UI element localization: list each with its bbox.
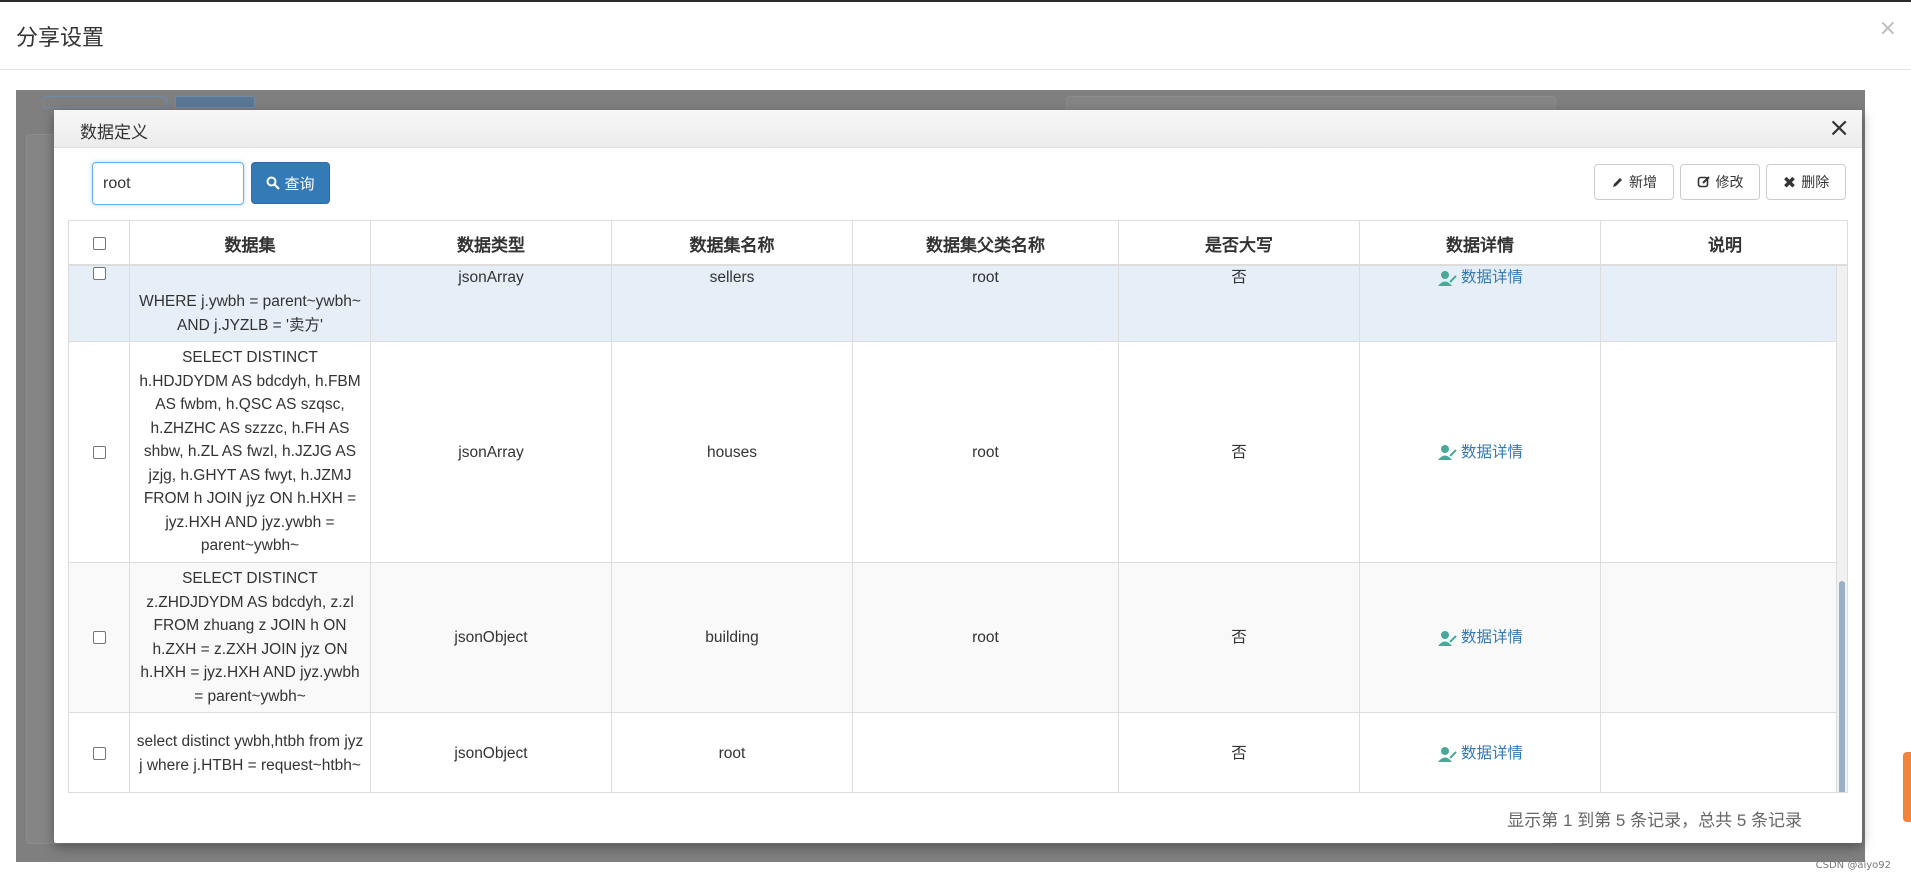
delete-button[interactable]: ✖ 删除	[1766, 164, 1846, 200]
cell-detail: 数据详情	[1360, 713, 1601, 792]
header-dataset[interactable]: 数据集	[130, 221, 371, 266]
modal-close-icon[interactable]: ×	[1828, 114, 1850, 142]
cell-type: jsonArray	[371, 342, 612, 562]
data-detail-link[interactable]: 数据详情	[1437, 266, 1523, 289]
row-checkbox[interactable]	[92, 747, 106, 760]
header-uppercase[interactable]: 是否大写	[1119, 221, 1360, 266]
cell-parent: root	[853, 563, 1119, 712]
cell-parent	[853, 713, 1119, 792]
table-header: 数据集 数据类型 数据集名称 数据集父类名称 是否大写 数据详情 说明	[69, 221, 1847, 266]
row-checkbox[interactable]	[92, 631, 106, 644]
user-edit-icon	[1437, 630, 1457, 646]
outer-dialog-header: 分享设置 ×	[0, 2, 1911, 70]
pagination-info: 显示第 1 到第 5 条记录，总共 5 条记录	[1507, 811, 1802, 830]
search-icon	[266, 176, 281, 190]
table-row[interactable]: select distinct ywbh,htbh from jyz j whe…	[69, 713, 1837, 792]
outer-dialog-title: 分享设置	[16, 26, 105, 51]
cell-parent: root	[853, 342, 1119, 562]
cell-detail: 数据详情	[1360, 563, 1601, 712]
bg-tab-1	[43, 96, 167, 108]
select-all-checkbox[interactable]	[92, 237, 106, 250]
data-table: WHERE j.ywbh = parent~ywbh~ AND j.JYZLB …	[68, 220, 1848, 793]
row-checkbox-cell	[69, 342, 130, 562]
cell-detail: 数据详情	[1360, 342, 1601, 562]
row-checkbox-cell	[69, 563, 130, 712]
edit-square-icon	[1697, 176, 1710, 188]
data-definition-modal: 数据定义 × 查询 新增 修改 ✖ 删除 WHERE j.ywbh = pare…	[54, 110, 1862, 843]
table-row[interactable]: SELECT DISTINCT z.ZHDJDYDM AS bdcdyh, z.…	[69, 563, 1837, 713]
row-checkbox-cell	[69, 713, 130, 792]
query-button-label: 查询	[284, 174, 315, 193]
watermark: CSDN @aiyo92	[1815, 860, 1891, 871]
cell-type: jsonObject	[371, 563, 612, 712]
data-detail-link[interactable]: 数据详情	[1437, 742, 1523, 765]
table-body: WHERE j.ywbh = parent~ywbh~ AND j.JYZLB …	[69, 221, 1837, 792]
add-button[interactable]: 新增	[1594, 164, 1674, 200]
side-floating-tab[interactable]	[1903, 752, 1911, 822]
cell-name: houses	[612, 342, 853, 562]
delete-button-label: 删除	[1801, 175, 1830, 191]
cell-uppercase: 否	[1119, 713, 1360, 792]
data-detail-link[interactable]: 数据详情	[1437, 626, 1523, 649]
cell-type: jsonObject	[371, 713, 612, 792]
header-parent-name[interactable]: 数据集父类名称	[853, 221, 1119, 266]
cell-note	[1601, 563, 1837, 712]
close-icon: ✖	[1782, 172, 1797, 192]
table-row[interactable]: SELECT DISTINCT h.HDJDYDM AS bdcdyh, h.F…	[69, 342, 1837, 563]
bg-tab-2	[175, 96, 255, 108]
cell-name: root	[612, 713, 853, 792]
user-edit-icon	[1437, 445, 1457, 460]
cell-note	[1601, 713, 1837, 792]
outer-close-icon[interactable]: ×	[1879, 18, 1897, 40]
header-data-detail[interactable]: 数据详情	[1360, 221, 1601, 266]
table-scrollbar-track[interactable]	[1837, 266, 1847, 792]
cell-uppercase: 否	[1119, 563, 1360, 712]
pencil-icon	[1613, 177, 1622, 187]
data-detail-link[interactable]: 数据详情	[1437, 441, 1523, 464]
search-input[interactable]	[92, 162, 244, 205]
modal-header: 数据定义 ×	[54, 110, 1862, 148]
user-edit-icon	[1437, 746, 1457, 762]
edit-button[interactable]: 修改	[1680, 164, 1760, 200]
add-button-label: 新增	[1629, 175, 1657, 191]
edit-button-label: 修改	[1715, 175, 1744, 191]
cell-name: building	[612, 563, 853, 712]
header-select-all-cell	[69, 221, 130, 266]
user-edit-icon	[1437, 270, 1457, 286]
row-checkbox[interactable]	[92, 445, 106, 459]
cell-sql: SELECT DISTINCT z.ZHDJDYDM AS bdcdyh, z.…	[130, 563, 371, 712]
header-dataset-name[interactable]: 数据集名称	[612, 221, 853, 266]
header-data-type[interactable]: 数据类型	[371, 221, 612, 266]
cell-sql: SELECT DISTINCT h.HDJDYDM AS bdcdyh, h.F…	[130, 342, 371, 562]
table-scrollbar-thumb[interactable]	[1839, 581, 1845, 792]
query-button[interactable]: 查询	[251, 162, 330, 204]
cell-note	[1601, 342, 1837, 562]
modal-title: 数据定义	[80, 123, 148, 143]
cell-sql: select distinct ywbh,htbh from jyz j whe…	[130, 713, 371, 792]
row-checkbox[interactable]	[92, 267, 106, 280]
cell-uppercase: 否	[1119, 342, 1360, 562]
header-description[interactable]: 说明	[1601, 221, 1847, 266]
